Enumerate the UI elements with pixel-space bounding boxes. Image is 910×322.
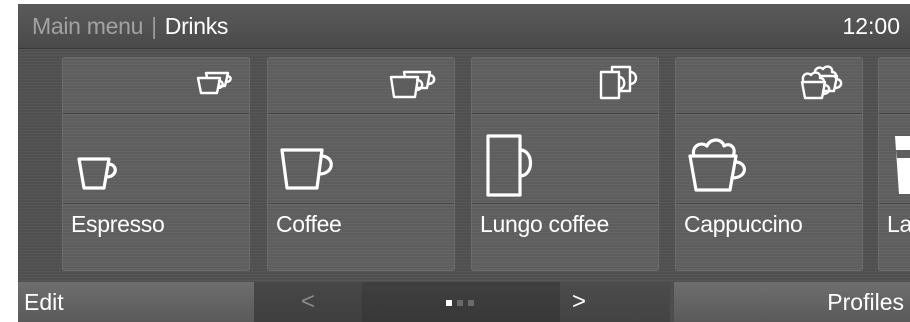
coffee-machine-screen: Main menu | Drinks 12:00 Espresso Coffee…	[18, 4, 910, 322]
double-portion-area[interactable]	[268, 58, 454, 114]
double-portion-area[interactable]	[676, 58, 862, 114]
latte-glass-icon	[891, 132, 910, 203]
page-dot	[468, 300, 474, 306]
double-portion-area[interactable]	[879, 58, 910, 114]
page-indicator	[362, 282, 560, 322]
drink-tile-latte[interactable]: La	[878, 57, 910, 271]
coffee-cup-icon	[278, 144, 340, 199]
edit-button[interactable]: Edit	[18, 282, 254, 322]
profiles-button[interactable]: Profiles	[674, 282, 910, 322]
drink-label-cappuccino: Cappuccino	[684, 211, 803, 237]
breadcrumb-separator: |	[151, 13, 157, 39]
double-cappuccino-icon	[798, 64, 846, 107]
double-portion-area[interactable]	[63, 58, 249, 114]
footer-bar: Edit < > Profiles	[18, 282, 910, 322]
cappuccino-cup-icon	[686, 136, 752, 201]
lungo-mug-icon	[482, 132, 544, 205]
drink-label-espresso: Espresso	[71, 211, 165, 237]
clock: 12:00	[842, 13, 900, 39]
previous-page-button[interactable]: <	[254, 282, 362, 322]
drink-tile-lungo-coffee[interactable]: Lungo coffee	[471, 57, 659, 271]
drink-label-coffee: Coffee	[276, 211, 342, 237]
next-page-button[interactable]: >	[560, 282, 670, 322]
breadcrumb: Main menu | Drinks	[32, 13, 228, 39]
drink-tile-coffee[interactable]: Coffee	[267, 57, 455, 271]
double-espresso-icon	[195, 68, 233, 103]
page-dot-active	[446, 300, 452, 306]
drink-label-latte: La	[887, 211, 910, 237]
page-dot	[457, 300, 463, 306]
header-bar: Main menu | Drinks 12:00	[18, 4, 910, 49]
double-lungo-icon	[598, 64, 642, 107]
drink-tile-espresso[interactable]: Espresso	[62, 57, 250, 271]
double-portion-area[interactable]	[472, 58, 658, 114]
espresso-cup-icon	[73, 153, 123, 200]
breadcrumb-main-menu[interactable]: Main menu	[32, 13, 143, 39]
drink-tile-cappuccino[interactable]: Cappuccino	[675, 57, 863, 271]
drink-label-lungo-coffee: Lungo coffee	[480, 211, 609, 237]
breadcrumb-current: Drinks	[164, 13, 229, 39]
double-coffee-icon	[388, 68, 438, 107]
